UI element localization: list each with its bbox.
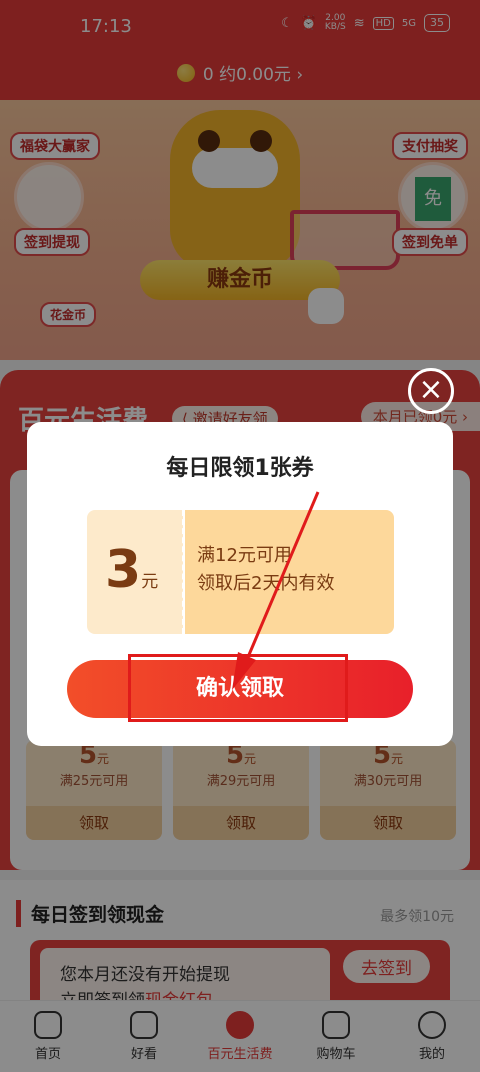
annotation-arrow-icon: [232, 491, 320, 690]
